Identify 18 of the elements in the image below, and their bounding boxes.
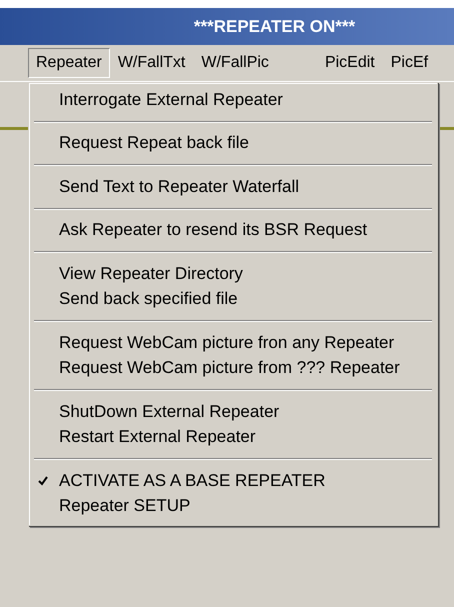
menu-bar-item[interactable]: Repeater — [28, 48, 110, 78]
menu-item[interactable]: Restart External Repeater — [32, 424, 434, 450]
menu-item[interactable]: Request WebCam picture fron any Repeater — [32, 330, 434, 356]
window-title: ***REPEATER ON*** — [0, 8, 454, 45]
menu-item[interactable]: Repeater SETUP — [32, 494, 434, 519]
menu-item[interactable]: ACTIVATE AS A BASE REPEATER — [32, 468, 434, 494]
menu-bar-item[interactable]: W/FallPic — [193, 48, 277, 78]
menu-item[interactable]: Interrogate External Repeater — [32, 87, 434, 112]
menu-bar-item[interactable]: PicEf — [382, 48, 436, 78]
menu-item[interactable]: View Repeater Directory — [32, 261, 434, 286]
menu-item[interactable]: Send back specified file — [32, 286, 434, 312]
menu-bar-item[interactable]: W/FallTxt — [110, 48, 194, 78]
menu-item[interactable]: Request WebCam picture from ??? Repeater — [32, 356, 434, 381]
menu-bar-item[interactable]: PicEdit — [316, 48, 383, 78]
menu-item[interactable]: Request Repeat back file — [32, 130, 434, 156]
menu-item[interactable]: ShutDown External Repeater — [32, 399, 434, 424]
menu-item[interactable]: Ask Repeater to resend its BSR Request — [32, 218, 434, 243]
menu-item[interactable]: Send Text to Repeater Waterfall — [32, 174, 434, 200]
